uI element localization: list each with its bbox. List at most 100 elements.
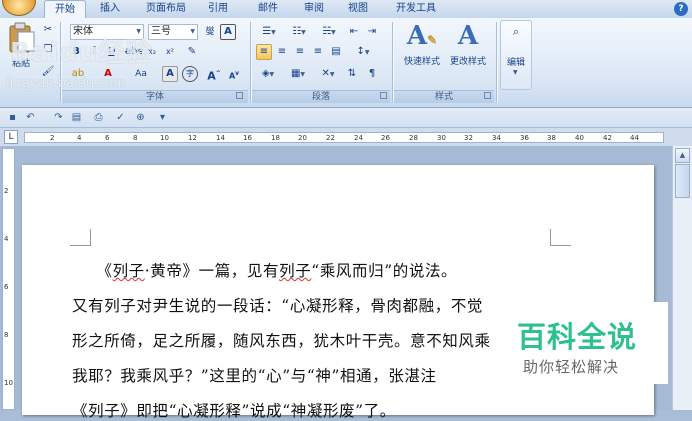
ruler-mark: 12 xyxy=(188,134,197,142)
redo-icon[interactable]: ↷ xyxy=(52,111,65,124)
quick-styles-button[interactable]: 快速样式 xyxy=(398,54,446,67)
superscript-button[interactable]: x² xyxy=(162,44,178,60)
sort-button[interactable]: ⇅ xyxy=(344,66,360,82)
phonetic-guide-button[interactable]: 燮 xyxy=(202,24,218,40)
change-styles-button[interactable]: 更改样式 xyxy=(444,54,492,67)
paragraph-group-label: 段落 xyxy=(252,90,390,103)
help-icon[interactable]: ? xyxy=(674,2,688,16)
quick-access-toolbar: ▪ ↶ ↷ ▤ ⎙ ✓ ⊕ ▾ xyxy=(0,108,692,128)
ruler-mark: 18 xyxy=(271,134,280,142)
grow-font-glyph: A xyxy=(207,69,216,83)
borders-button[interactable]: ▦▼ xyxy=(286,66,310,82)
ribbon: 粘贴 ✂ ❐ 🖌 宋体 ▼ 三号 ▼ 燮 A B I U abc x₂ x² ✎ a… xyxy=(0,18,692,108)
ruler-mark: 16 xyxy=(243,134,252,142)
ruler-mark: 14 xyxy=(216,134,225,142)
text-line[interactable]: 形之所倚，足之所履，随风东西，犹木叶干壳。意不知风乘 xyxy=(72,329,491,351)
enclose-characters-button[interactable]: 字 xyxy=(182,66,198,82)
quick-styles-icon[interactable]: A✎ xyxy=(404,22,440,54)
chinese-layout-button[interactable]: ✕▼ xyxy=(316,66,340,82)
ruler-mark: 28 xyxy=(409,134,418,142)
document-icon[interactable]: ▤ xyxy=(70,111,83,124)
shrink-font-button[interactable]: Av xyxy=(226,66,242,82)
horizontal-ruler: L 2 4 6 8 10 12 14 16 18 20 22 24 26 28 30 32 34 36 38 40 42… xyxy=(0,128,692,146)
align-right-button[interactable]: ≡ xyxy=(292,44,308,60)
baidu-watermark-logo: Baidu经验 xyxy=(10,38,153,68)
vertical-ruler-mark: 6 xyxy=(4,283,9,291)
text-line[interactable]: 《列子·黄帝》一篇，见有列子“乘风而归”的说法。 xyxy=(72,259,457,281)
vertical-ruler-mark: 10 xyxy=(4,379,13,387)
vertical-ruler-mark: 8 xyxy=(4,331,9,339)
tab-view[interactable]: 视图 xyxy=(340,0,376,18)
crop-mark xyxy=(70,229,91,246)
ruler-mark: 4 xyxy=(77,134,82,142)
zoom-icon[interactable]: ⊕ xyxy=(134,111,147,124)
scroll-up-icon[interactable]: ▲ xyxy=(675,148,690,163)
paragraph-dialog-launcher[interactable] xyxy=(380,92,387,99)
vertical-ruler: 2 4 6 8 10 xyxy=(2,148,15,410)
tab-references[interactable]: 引用 xyxy=(200,0,236,18)
align-center-button[interactable]: ≡ xyxy=(274,44,290,60)
multilevel-list-button[interactable]: ☵▼ xyxy=(316,24,342,40)
badge-title: 百科全说 xyxy=(517,320,638,354)
ribbon-tab-bar: 开始 插入 页面布局 引用 邮件 审阅 视图 开发工具 ? xyxy=(0,0,692,18)
badge-subtitle: 助你轻松解决 xyxy=(523,358,620,376)
ruler-mark: 36 xyxy=(520,134,529,142)
tab-page-layout[interactable]: 页面布局 xyxy=(138,0,194,18)
baidu-watermark-url: jingyan.baidu.com xyxy=(6,76,126,91)
print-preview-icon[interactable]: ⎙ xyxy=(92,111,105,124)
bullets-button[interactable]: ☰▼ xyxy=(256,24,282,40)
character-shading-button[interactable]: A xyxy=(162,66,178,82)
vertical-ruler-mark: 4 xyxy=(4,235,9,243)
ruler-mark: 10 xyxy=(160,134,169,142)
binoculars-icon: ⌕ xyxy=(512,25,520,38)
separator xyxy=(250,22,251,102)
line-spacing-button[interactable]: ↕▼ xyxy=(350,44,376,60)
editing-button[interactable]: ⌕ 编辑 ▼ xyxy=(500,20,532,90)
ruler-mark: 32 xyxy=(464,134,473,142)
spelling-icon[interactable]: ✓ xyxy=(114,111,127,124)
distributed-button[interactable]: ▤ xyxy=(328,44,344,60)
tab-home[interactable]: 开始 xyxy=(44,0,86,18)
undo-icon[interactable]: ↶ xyxy=(24,111,37,124)
text-line[interactable]: 我耶？我乘风乎？”这里的“心”与“神”相通，张湛注 xyxy=(72,364,437,386)
vertical-scrollbar[interactable]: ▲ xyxy=(672,146,692,410)
chevron-down-icon: ▼ xyxy=(513,69,518,76)
ruler-mark: 38 xyxy=(547,134,556,142)
show-marks-button[interactable]: ¶ xyxy=(364,66,380,82)
customize-toolbar-icon[interactable]: ▾ xyxy=(156,111,169,124)
change-styles-icon[interactable]: A xyxy=(450,22,486,50)
tab-mailings[interactable]: 邮件 xyxy=(250,0,286,18)
office-button[interactable] xyxy=(2,0,36,16)
grow-font-button[interactable]: A^ xyxy=(206,66,222,83)
scroll-thumb[interactable] xyxy=(675,164,690,198)
ruler-mark: 44 xyxy=(630,134,639,142)
styles-dialog-launcher[interactable] xyxy=(484,92,491,99)
tab-developer[interactable]: 开发工具 xyxy=(388,0,444,18)
decrease-indent-button[interactable]: ⇤ xyxy=(346,24,362,40)
separator xyxy=(392,22,393,102)
tab-selector-icon[interactable]: L xyxy=(4,130,18,144)
font-size-combobox[interactable]: 三号 ▼ xyxy=(148,24,198,40)
clear-formatting-icon[interactable]: ✎ xyxy=(184,44,200,60)
character-border-button[interactable]: A xyxy=(220,24,236,40)
font-size-value: 三号 xyxy=(151,26,171,37)
save-icon[interactable]: ▪ xyxy=(6,111,19,124)
chevron-down-icon: ▼ xyxy=(190,28,195,35)
shading-button[interactable]: ◈▼ xyxy=(256,66,280,82)
increase-indent-button[interactable]: ⇥ xyxy=(364,24,380,40)
text-line[interactable]: 《列子》即把“心凝形释”说成“神凝形废”了。 xyxy=(72,399,396,421)
misspelled-word[interactable]: 列子 xyxy=(113,262,145,280)
tab-review[interactable]: 审阅 xyxy=(296,0,332,18)
font-dialog-launcher[interactable] xyxy=(236,92,243,99)
numbering-button[interactable]: ☷▼ xyxy=(286,24,312,40)
ruler-mark: 34 xyxy=(492,134,501,142)
misspelled-word[interactable]: 列子 xyxy=(279,262,311,280)
ruler-mark: 22 xyxy=(326,134,335,142)
tab-insert[interactable]: 插入 xyxy=(92,0,128,18)
text-line[interactable]: 又有列子对尹生说的一段话：“心凝形释，骨肉都融，不觉 xyxy=(72,294,483,316)
ruler-strip[interactable]: 2 4 6 8 10 12 14 16 18 20 22 24 26 28 30 32 34 36 38 40 42 44 xyxy=(24,132,664,143)
separator xyxy=(496,22,497,102)
ruler-mark: 42 xyxy=(603,134,612,142)
justify-button[interactable]: ≡ xyxy=(310,44,326,60)
align-left-button[interactable]: ≡ xyxy=(256,44,272,60)
